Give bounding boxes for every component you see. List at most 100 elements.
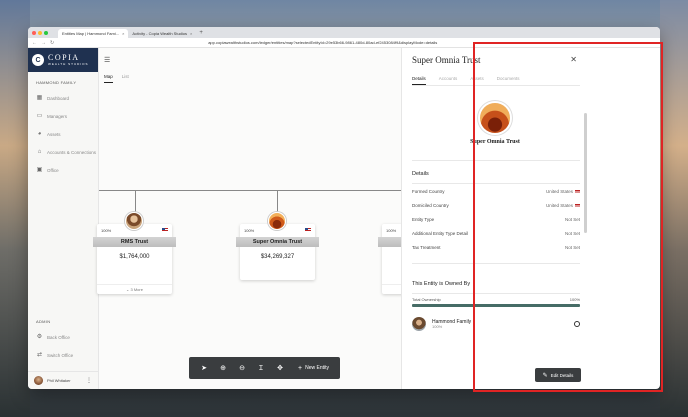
- entity-avatar: [125, 212, 143, 230]
- entity-name: Super Omnia Trust: [470, 139, 520, 145]
- new-tab-icon[interactable]: +: [199, 30, 203, 36]
- owner-select-radio[interactable]: [574, 321, 580, 327]
- minimize-window-button[interactable]: [38, 30, 42, 35]
- app-root: C COPIA WEALTH STUDIOS HAMMOND FAMILY ▦ D…: [28, 48, 660, 389]
- copia-logo-icon: C: [32, 54, 44, 66]
- divider: [412, 263, 580, 264]
- browser-tab-activity[interactable]: Activity - Copia Wealth Studios ×: [128, 29, 196, 38]
- user-menu[interactable]: Phil Whitaker ⋮: [28, 371, 98, 389]
- sidebar: C COPIA WEALTH STUDIOS HAMMOND FAMILY ▦ D…: [28, 48, 99, 389]
- sidebar-item-label: Office: [47, 167, 59, 173]
- sidebar-item-back-office[interactable]: ⚙ Back Office: [28, 328, 98, 346]
- owner-row[interactable]: Hammond Family 100%: [412, 316, 580, 332]
- detail-row-domiciled-country: Domiciled Country United States: [412, 203, 580, 208]
- entity-card-super-omnia-trust[interactable]: 100% Super Omnia Trust $34,269,327: [236, 212, 319, 280]
- app-logo[interactable]: C COPIA WEALTH STUDIOS: [28, 48, 98, 72]
- details-heading: Details: [412, 171, 429, 177]
- new-entity-label: New Entity: [305, 365, 329, 371]
- address-bar: ← → ↻ app.copiawealthstudios.com/ledger/…: [28, 38, 660, 48]
- text-cursor-icon[interactable]: Ɪ: [254, 361, 268, 375]
- tab-details[interactable]: Details: [412, 76, 426, 85]
- sidebar-item-label: Accounts & Connections: [47, 149, 97, 155]
- grid-icon: ▦: [36, 94, 43, 101]
- entity-card-rms-trust[interactable]: 100% RMS Trust $1,764,000 ⌄ 3 More: [93, 212, 176, 294]
- tab-map[interactable]: Map: [104, 74, 113, 83]
- close-tab-icon[interactable]: ×: [190, 31, 192, 36]
- avatar: [34, 376, 43, 385]
- maximize-window-button[interactable]: [44, 30, 48, 35]
- detail-value: Not Set: [564, 245, 580, 250]
- url-field[interactable]: app.copiawealthstudios.com/ledger/entiti…: [208, 40, 656, 45]
- total-ownership-label: Total Ownership: [412, 297, 441, 302]
- logo-subtitle: WEALTH STUDIOS: [48, 62, 89, 66]
- sidebar-item-label: Switch Office: [47, 352, 74, 358]
- sidebar-item-dashboard[interactable]: ▦ Dashboard: [28, 89, 98, 107]
- zoom-out-icon[interactable]: ⊖: [235, 361, 249, 375]
- ownership-percent: 100%: [386, 228, 397, 233]
- sidebar-item-switch-office[interactable]: ⇄ Switch Office: [28, 346, 98, 364]
- gear-icon: ⚙: [36, 333, 43, 340]
- tab-assets[interactable]: Assets: [470, 76, 484, 85]
- sidebar-item-accounts[interactable]: ⌂ Accounts & Connections: [28, 143, 98, 161]
- browser-tab-label: Entities Map | Hammond Fami...: [62, 31, 120, 36]
- map-toolbar: ➤ ⊕ ⊖ Ɪ ✥ + New Entity: [189, 357, 340, 379]
- close-tab-icon[interactable]: ×: [122, 31, 124, 36]
- back-icon[interactable]: ←: [32, 40, 37, 46]
- admin-section: ADMIN ⚙ Back Office ⇄ Switch Office: [28, 319, 98, 364]
- sidebar-item-label: Dashboard: [47, 95, 70, 101]
- detail-value: Not Set: [564, 217, 580, 222]
- hamburger-menu-icon[interactable]: ☰: [104, 56, 110, 64]
- more-options-icon[interactable]: ⋮: [86, 377, 92, 384]
- move-icon[interactable]: ✥: [273, 361, 287, 375]
- sidebar-item-label: Back Office: [47, 334, 70, 340]
- user-name: Phil Whitaker: [47, 378, 71, 383]
- detail-row-additional-type: Additional Entity Type Detail Not Set: [412, 231, 580, 236]
- close-window-button[interactable]: [32, 30, 36, 35]
- panel-scrollbar[interactable]: [584, 113, 587, 233]
- us-flag-icon: [305, 228, 311, 232]
- family-label: HAMMOND FAMILY: [36, 80, 77, 85]
- tab-list[interactable]: List: [122, 74, 129, 83]
- edit-details-button[interactable]: ✎ Edit Details: [535, 368, 581, 382]
- total-ownership-value: 100%: [569, 297, 580, 302]
- tab-documents[interactable]: Documents: [497, 76, 520, 85]
- sidebar-item-assets[interactable]: ◕ Assets: [28, 125, 98, 143]
- divider: [412, 85, 580, 86]
- new-entity-button[interactable]: + New Entity: [298, 365, 329, 372]
- us-flag-icon: [575, 203, 580, 208]
- panel-tabs: Details Accounts Assets Documents: [412, 76, 533, 85]
- detail-row-tax-treatment: Tax Treatment Not Set: [412, 245, 580, 250]
- divider: [412, 183, 580, 184]
- view-tabs: Map List: [104, 74, 138, 83]
- show-more-button[interactable]: ⌄ 3 More: [97, 284, 172, 294]
- swap-icon: ⇄: [36, 351, 43, 358]
- detail-label: Additional Entity Type Detail: [412, 231, 468, 236]
- entity-name: Super Omnia Trust: [236, 237, 319, 247]
- sidebar-item-managers[interactable]: ▭ Managers: [28, 107, 98, 125]
- navigate-icon[interactable]: ➤: [197, 361, 211, 375]
- tab-accounts[interactable]: Accounts: [439, 76, 458, 85]
- browser-tab-entities[interactable]: Entities Map | Hammond Fami... ×: [58, 29, 129, 38]
- detail-row-formed-country: Formed Country United States: [412, 189, 580, 194]
- reload-icon[interactable]: ↻: [50, 40, 54, 46]
- close-icon[interactable]: ✕: [570, 55, 577, 64]
- bank-icon: ⌂: [37, 148, 42, 155]
- entity-avatar: [480, 103, 510, 133]
- entity-name: RMS Trust: [93, 237, 176, 247]
- pie-chart-icon: ◕: [37, 130, 42, 137]
- total-ownership-row: Total Ownership 100%: [412, 297, 580, 302]
- entity-details-panel: Super Omnia Trust ✕ Details Accounts Ass…: [401, 48, 587, 389]
- desktop-wallpaper-left: [0, 0, 30, 417]
- avatar: [412, 317, 426, 331]
- admin-label: ADMIN: [36, 319, 51, 324]
- detail-label: Entity Type: [412, 217, 435, 222]
- entity-value: $34,269,327: [260, 254, 295, 260]
- detail-row-entity-type: Entity Type Not Set: [412, 217, 580, 222]
- pencil-icon: ✎: [542, 372, 548, 379]
- sidebar-item-office[interactable]: ▣ Office: [28, 161, 98, 179]
- ownership-percent: 100%: [101, 228, 112, 233]
- zoom-in-icon[interactable]: ⊕: [216, 361, 230, 375]
- divider: [412, 160, 580, 161]
- detail-label: Formed Country: [412, 189, 445, 194]
- forward-icon[interactable]: →: [41, 40, 46, 46]
